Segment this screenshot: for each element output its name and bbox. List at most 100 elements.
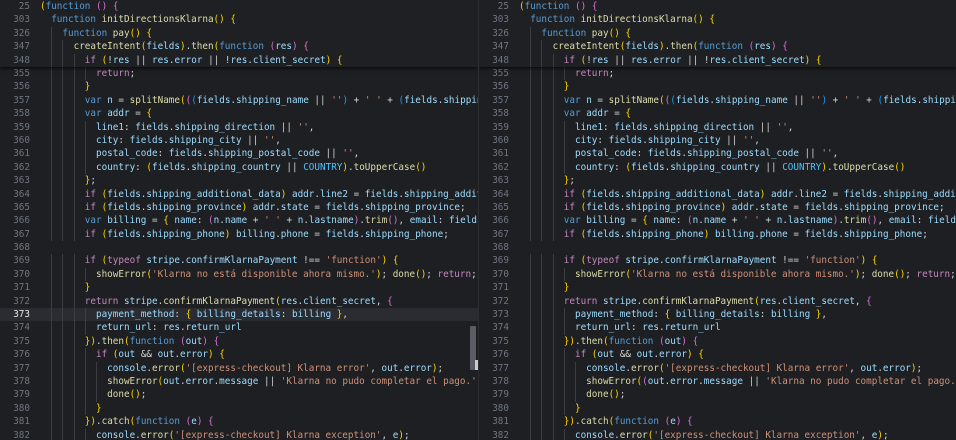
code-text[interactable]: showError('Klarna no está disponible aho… (519, 268, 956, 281)
code-line[interactable]: 363 }; (0, 174, 478, 188)
code-text[interactable]: return; (519, 67, 956, 80)
code-text[interactable]: var n = splitName(((fields.shipping_name… (40, 94, 478, 107)
code-text[interactable]: } (519, 281, 956, 294)
code-text[interactable]: if (fields.shipping_phone) billing.phone… (519, 228, 956, 241)
code-line[interactable]: 360 city: fields.shipping_city || '', (0, 133, 478, 148)
code-line[interactable]: 347 createIntent(fields).then(function (… (479, 40, 956, 54)
code-text[interactable]: return stripe.confirmKlarnaPayment(res.c… (40, 295, 478, 308)
code-line[interactable]: 368 (479, 241, 956, 254)
code-line[interactable]: 357 var n = splitName(((fields.shipping_… (479, 93, 956, 108)
code-line[interactable]: 374 return_url: res.return_url (0, 321, 478, 335)
code-line[interactable]: 378 showError((out.error.message || 'Kla… (479, 374, 956, 389)
code-text[interactable]: country: (fields.shipping_country || COU… (40, 161, 478, 174)
code-line[interactable]: 369 if (typeof stripe.confirmKlarnaPayme… (0, 254, 478, 268)
code-text[interactable]: showError('Klarna no está disponible aho… (40, 268, 478, 281)
code-line[interactable]: 368 (0, 241, 478, 254)
code-line[interactable]: 360 city: fields.shipping_city || '', (479, 133, 956, 148)
code-line[interactable]: 375 }).then(function (out) { (0, 334, 478, 349)
code-text[interactable]: console.error('[express-checkout] Klarna… (40, 429, 478, 440)
code-text[interactable]: }).then(function (out) { (519, 335, 956, 348)
code-line[interactable]: 382 console.error('[express-checkout] Kl… (479, 428, 956, 440)
code-body[interactable]: 355 return; 356 } 357 var n = splitName(((… (0, 67, 478, 440)
code-line[interactable]: 362 country: (fields.shipping_country ||… (0, 160, 478, 175)
code-text[interactable]: city: fields.shipping_city || '', (40, 134, 478, 147)
code-line[interactable]: 377 console.error('[express-checkout] Kl… (0, 361, 478, 375)
code-line[interactable]: 364 if (fields.shipping_additional_data)… (479, 187, 956, 201)
code-line[interactable]: 348 if (!res || res.error || !res.client… (479, 53, 956, 67)
code-text[interactable]: if (fields.shipping_additional_data) add… (40, 188, 478, 201)
code-line[interactable]: 376 if (out && out.error) { (0, 348, 478, 362)
code-text[interactable]: return_url: res.return_url (519, 321, 956, 334)
code-text[interactable]: function pay() { (40, 27, 478, 40)
code-line[interactable]: 369 if (typeof stripe.confirmKlarnaPayme… (479, 254, 956, 268)
code-text[interactable]: console.error('[express-checkout] Klarna… (519, 429, 956, 440)
code-line[interactable]: 326 function pay() { (0, 26, 478, 41)
code-text[interactable]: payment_method: { billing_details: billi… (519, 308, 956, 321)
code-line[interactable]: 361 postal_code: fields.shipping_postal_… (479, 147, 956, 161)
code-line[interactable]: 25 (function () { (0, 0, 478, 13)
code-line[interactable]: 370 showError('Klarna no está disponible… (479, 267, 956, 282)
code-text[interactable]: postal_code: fields.shipping_postal_code… (519, 147, 956, 160)
code-text[interactable]: createIntent(fields).then(function (res)… (519, 40, 956, 53)
code-text[interactable]: }; (519, 174, 956, 187)
code-text[interactable]: var n = splitName(((fields.shipping_name… (519, 94, 956, 107)
code-text[interactable]: payment_method: { billing_details: billi… (40, 308, 478, 321)
code-text[interactable]: }; (40, 174, 478, 187)
code-line[interactable]: 303 function initDirectionsKlarna() { (479, 13, 956, 26)
code-line[interactable]: 372 return stripe.confirmKlarnaPayment(r… (479, 294, 956, 309)
code-line[interactable]: 303 function initDirectionsKlarna() { (0, 13, 478, 26)
code-text[interactable]: createIntent(fields).then(function (res)… (40, 40, 478, 53)
code-text[interactable]: return; (40, 67, 478, 80)
code-line[interactable]: 375 }).then(function (out) { (479, 334, 956, 349)
code-line[interactable]: 358 var addr = { (0, 107, 478, 121)
code-text[interactable]: }).catch(function (e) { (40, 415, 478, 428)
code-line[interactable]: 355 return; (0, 67, 478, 81)
code-line[interactable]: 356 } (0, 80, 478, 94)
code-text[interactable]: if (typeof stripe.confirmKlarnaPayment !… (40, 254, 478, 267)
code-text[interactable]: console.error('[express-checkout] Klarna… (519, 362, 956, 375)
code-line[interactable]: 379 done(); (0, 388, 478, 402)
code-line[interactable]: 355 return; (479, 67, 956, 81)
code-line[interactable]: 361 postal_code: fields.shipping_postal_… (0, 147, 478, 161)
code-text[interactable]: } (519, 402, 956, 415)
code-text[interactable]: showError(out.error.message || 'Klarna n… (40, 375, 478, 388)
code-line[interactable]: 357 var n = splitName(((fields.shipping_… (0, 93, 478, 108)
code-text[interactable]: if (fields.shipping_province) addr.state… (519, 201, 956, 214)
code-line[interactable]: 326 function pay() { (479, 26, 956, 41)
code-text[interactable]: showError((out.error.message || 'Klarna … (519, 375, 956, 388)
code-line[interactable]: 381 }).catch(function (e) { (0, 415, 478, 429)
code-line[interactable]: 367 if (fields.shipping_phone) billing.p… (0, 227, 478, 242)
code-text[interactable]: }).catch(function (e) { (519, 415, 956, 428)
code-text[interactable]: line1: fields.shipping_direction || '', (519, 121, 956, 134)
code-line[interactable]: 363 }; (479, 174, 956, 188)
code-text[interactable]: if (fields.shipping_province) addr.state… (40, 201, 478, 214)
editor-pane-right[interactable]: 25 (function () {303 function initDirecti… (478, 0, 956, 440)
code-line[interactable]: 373 payment_method: { billing_details: b… (479, 308, 956, 322)
code-line[interactable]: 376 if (out && out.error) { (479, 348, 956, 362)
code-text[interactable]: } (40, 281, 478, 294)
code-line[interactable]: 366 var billing = { name: (n.name + ' ' … (0, 214, 478, 228)
code-line[interactable]: 365 if (fields.shipping_province) addr.s… (479, 200, 956, 215)
code-text[interactable]: var addr = { (40, 107, 478, 120)
code-line[interactable]: 371 } (479, 281, 956, 295)
code-line[interactable]: 382 console.error('[express-checkout] Kl… (0, 428, 478, 440)
code-line[interactable]: 365 if (fields.shipping_province) addr.s… (0, 200, 478, 215)
sticky-scroll-header[interactable]: 25 (function () {303 function initDirecti… (0, 0, 478, 67)
code-text[interactable]: } (40, 402, 478, 415)
code-line[interactable]: 359 line1: fields.shipping_direction || … (0, 120, 478, 134)
code-text[interactable]: if (out && out.error) { (40, 348, 478, 361)
code-text[interactable]: console.error('[express-checkout] Klarna… (40, 362, 478, 375)
code-text[interactable]: } (519, 80, 956, 93)
code-line[interactable]: 380 } (0, 401, 478, 416)
code-text[interactable]: var billing = { name: (n.name + ' ' + n.… (40, 214, 478, 227)
code-text[interactable]: if (typeof stripe.confirmKlarnaPayment !… (519, 254, 956, 267)
code-line[interactable]: 356 } (479, 80, 956, 94)
code-line[interactable]: 372 return stripe.confirmKlarnaPayment(r… (0, 294, 478, 309)
code-text[interactable]: }).then(function (out) { (40, 335, 478, 348)
code-line[interactable]: 25 (function () { (479, 0, 956, 13)
code-text[interactable]: function initDirectionsKlarna() { (40, 13, 478, 26)
code-text[interactable]: if (fields.shipping_additional_data) add… (519, 188, 956, 201)
code-line[interactable]: 364 if (fields.shipping_additional_data)… (0, 187, 478, 201)
code-text[interactable]: if (!res || res.error || !res.client_sec… (519, 54, 956, 67)
code-text[interactable]: if (out && out.error) { (519, 348, 956, 361)
